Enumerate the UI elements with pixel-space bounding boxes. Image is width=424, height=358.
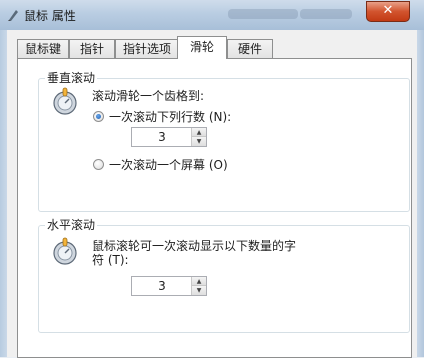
vertical-scroll-legend: 垂直滚动	[45, 71, 98, 85]
scroll-wheel-icon	[53, 237, 77, 265]
title-bar-blur	[300, 9, 352, 19]
title-bar-blur	[228, 9, 298, 19]
close-button[interactable]: ✕	[366, 1, 410, 22]
spin-buttons: ▲ ▼	[191, 277, 206, 295]
spin-up-button[interactable]: ▲	[192, 277, 206, 286]
tab-pointers[interactable]: 指针	[69, 39, 115, 58]
tab-hardware[interactable]: 硬件	[227, 39, 273, 58]
scroll-chars-value[interactable]: 3	[132, 277, 192, 295]
spin-down-button[interactable]: ▼	[192, 137, 206, 146]
window-frame-right	[417, 30, 424, 357]
scroll-lines-value[interactable]: 3	[132, 128, 192, 146]
vertical-scroll-description: 滚动滑轮一个齿格到:	[92, 89, 205, 103]
scroll-screen-radio[interactable]	[93, 159, 104, 170]
wheel-tab-panel: 垂直滚动 滚动滑轮一个齿格到: 一次滚动下列行数 (N): 3 ▲ ▼ 一次滚动…	[17, 58, 412, 358]
horizontal-scroll-description: 鼠标滚轮可一次滚动显示以下数量的字	[92, 239, 297, 253]
horizontal-scroll-description-cont: 符 (T):	[92, 253, 129, 267]
horizontal-scroll-group: 水平滚动 鼠标滚轮可一次滚动显示以下数量的字 符 (T): 3 ▲ ▼	[38, 218, 410, 333]
dialog-client-area: 鼠标键 指针 指针选项 滑轮 硬件 垂直滚动 滚动滑轮一个齿格到: 一次滚动下列…	[7, 30, 417, 358]
tab-label: 滑轮	[189, 40, 214, 54]
scroll-lines-radio[interactable]	[93, 111, 104, 122]
scroll-lines-label[interactable]: 一次滚动下列行数 (N):	[109, 110, 231, 124]
tab-label: 硬件	[237, 42, 262, 56]
spin-up-button[interactable]: ▲	[192, 128, 206, 137]
horizontal-scroll-legend: 水平滚动	[45, 218, 98, 232]
tab-label: 指针	[79, 42, 104, 56]
window-frame-left	[0, 30, 7, 357]
spin-buttons: ▲ ▼	[191, 128, 206, 146]
tab-wheel[interactable]: 滑轮	[177, 36, 227, 59]
title-bar[interactable]: 鼠标 属性 ✕	[0, 0, 424, 31]
spin-down-button[interactable]: ▼	[192, 286, 206, 295]
vertical-scroll-group: 垂直滚动 滚动滑轮一个齿格到: 一次滚动下列行数 (N): 3 ▲ ▼ 一次滚动…	[38, 71, 410, 212]
scroll-wheel-icon	[53, 87, 77, 115]
tab-buttons[interactable]: 鼠标键	[17, 39, 69, 58]
mouse-properties-icon	[8, 10, 18, 21]
tab-label: 鼠标键	[24, 42, 61, 56]
tab-pointer-options[interactable]: 指针选项	[115, 39, 179, 58]
scroll-chars-stepper[interactable]: 3 ▲ ▼	[131, 276, 207, 296]
tab-label: 指针选项	[122, 42, 171, 56]
scroll-screen-label[interactable]: 一次滚动一个屏幕 (O)	[109, 158, 228, 172]
scroll-lines-stepper[interactable]: 3 ▲ ▼	[131, 127, 207, 147]
window-title: 鼠标 属性	[24, 9, 76, 23]
close-icon: ✕	[382, 3, 394, 18]
